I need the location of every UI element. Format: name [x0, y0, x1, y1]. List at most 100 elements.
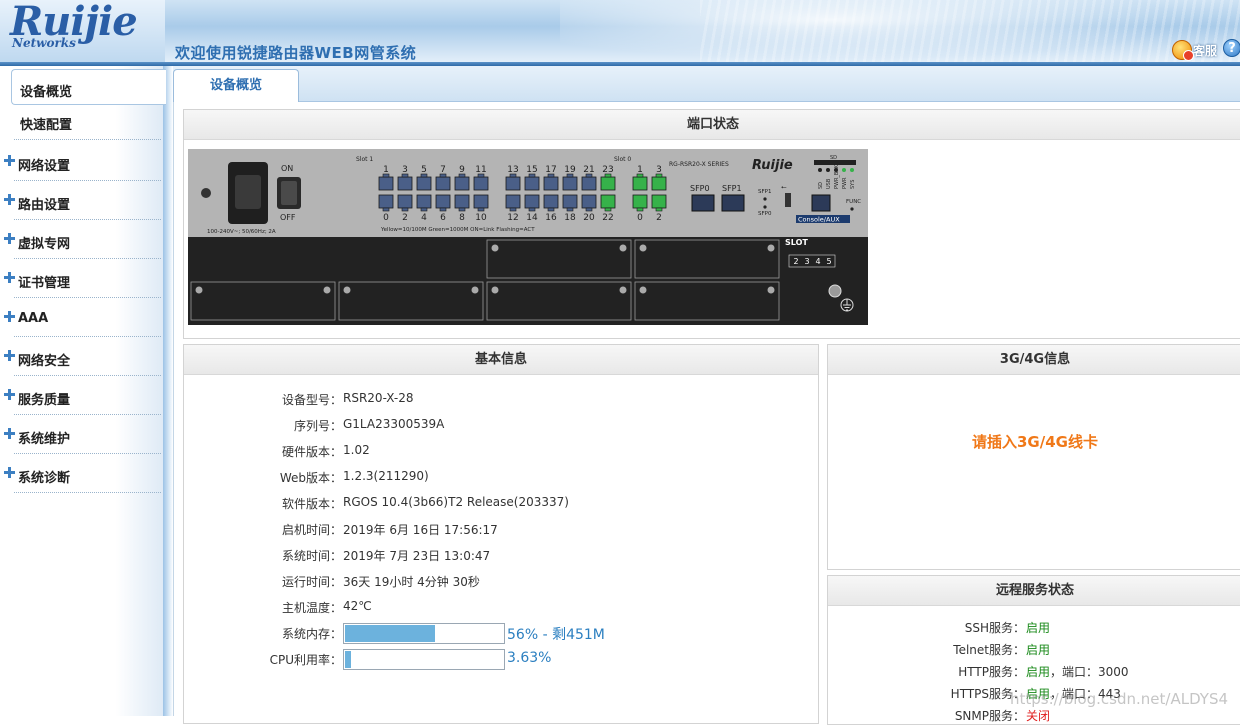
port-body [416, 176, 432, 191]
port-tab [566, 207, 574, 212]
port-tab [528, 207, 536, 212]
sidebar-item-diagnostics[interactable]: 系统诊断 [0, 455, 163, 493]
service-status: 启用 [1026, 665, 1051, 679]
port-number-13: 13 [507, 165, 518, 175]
info-row-memory: 系统内存： 56% - 剩451M [184, 623, 820, 644]
sidebar-divider [14, 492, 161, 493]
port-number-10: 10 [475, 213, 487, 223]
sidebar-item-aaa[interactable]: AAA [0, 299, 163, 337]
sidebar-item-certificates[interactable]: 证书管理 [0, 260, 163, 298]
port-number-16: 16 [545, 213, 557, 223]
port-tab [547, 207, 555, 212]
service-value: 启用 [1026, 641, 1050, 658]
slot0-port-number-3: 3 [656, 165, 662, 175]
info-row-cpu: CPU利用率： 3.63% [184, 649, 820, 670]
sidebar-item-label: 服务质量 [18, 393, 71, 408]
sidebar-item-routing[interactable]: 路由设置 [0, 182, 163, 220]
port-body [378, 194, 394, 209]
sfp1-label: SFP1 [722, 184, 742, 193]
port-body [473, 176, 489, 191]
led-top-label: SD [830, 155, 837, 161]
memory-usage-fill [345, 625, 435, 642]
console-label: Console/AUX [798, 216, 840, 224]
slot-screw-icon [619, 286, 627, 294]
port-tab [636, 207, 644, 212]
port-body [524, 176, 540, 191]
port-body [562, 194, 578, 209]
port-number-19: 19 [564, 165, 576, 175]
sidebar-item-label: 快速配置 [20, 118, 73, 133]
help-icon[interactable]: ? [1223, 39, 1240, 57]
port-body [581, 194, 597, 209]
port-legend: Yellow=10/100M Green=1000M ON=Link Flash… [380, 227, 535, 233]
sidebar-item-label: 证书管理 [18, 276, 71, 291]
slot-number-4: 4 [815, 257, 820, 266]
port-body [397, 194, 413, 209]
port-tab [382, 207, 390, 212]
customer-service-icon [1172, 40, 1194, 61]
header-banner: Ruijie Networks 欢迎使用锐捷路由器WEB网管系统 客服 ? [0, 0, 1240, 66]
remote-row-telnet: Telnet服务： 启用 [828, 641, 1240, 657]
port-number-4: 4 [421, 213, 427, 223]
power-socket-inner [235, 175, 261, 209]
port-number-22: 22 [602, 213, 613, 223]
port-body [435, 194, 451, 209]
info-key: 序列号： [293, 419, 342, 433]
service-key: Telnet服务： [953, 643, 1025, 657]
sidebar-item-quick-config[interactable]: 快速配置 [0, 102, 163, 140]
info-key: 运行时间： [281, 575, 342, 589]
info-value: G1LA23300539A [343, 417, 445, 431]
memory-usage-text: 56% - 剩451M [507, 627, 605, 643]
service-value: 启用，端口：3000 [1026, 663, 1129, 680]
port-tab [585, 207, 593, 212]
info-value: 1.02 [343, 443, 370, 457]
sidebar-item-security[interactable]: 网络安全 [0, 338, 163, 376]
expand-plus-icon [4, 467, 15, 478]
service-status: 启用 [1026, 643, 1051, 657]
led-label-usb: USB [826, 178, 832, 189]
sidebar-item-network-settings[interactable]: 网络设置 [0, 143, 163, 181]
sidebar-item-qos[interactable]: 服务质量 [0, 377, 163, 415]
service-status: 关闭 [1026, 709, 1051, 723]
info-value: 36天 19小时 4分钟 30秒 [343, 575, 480, 589]
console-port [811, 194, 831, 212]
cpu-usage-text: 3.63% [507, 650, 552, 666]
port-number-15: 15 [526, 165, 537, 175]
sidebar-divider [14, 258, 161, 259]
port-tab [604, 207, 612, 212]
sidebar-item-device-overview[interactable]: 设备概览 [11, 69, 166, 105]
sfp1-small-label: SFP1 [758, 189, 771, 195]
port-body [454, 176, 470, 191]
slot0-label: Slot 0 [614, 156, 631, 163]
info-row-uptime: 运行时间： 36天 19小时 4分钟 30秒 [184, 573, 820, 591]
header-sheen [700, 0, 1240, 66]
port-status-title: 端口状态 [184, 110, 1240, 140]
sidebar-item-maintenance[interactable]: 系统维护 [0, 416, 163, 454]
port-status-panel: 端口状态 ON OFF 100-240V~; 50/60Hz; 2A Slot … [183, 109, 1240, 339]
sidebar-item-vpn[interactable]: 虚拟专网 [0, 221, 163, 259]
welcome-title: 欢迎使用锐捷路由器WEB网管系统 [175, 44, 417, 62]
port-tab [458, 207, 466, 212]
port-number-21: 21 [583, 165, 594, 175]
info-key: Web版本： [279, 471, 342, 485]
sidebar-divider [14, 375, 161, 376]
panel-brand-logo: Ruijie [752, 158, 793, 173]
port-tab [420, 207, 428, 212]
info-row-boot-time: 启机时间： 2019年 6月 16日 17:56:17 [184, 521, 820, 539]
info-value: 2019年 6月 16日 17:56:17 [343, 523, 498, 537]
customer-service-link[interactable]: 客服 [1172, 40, 1217, 61]
info-value: 2019年 7月 23日 13:0:47 [343, 549, 491, 563]
slot-number-5: 5 [826, 257, 831, 266]
service-status: 启用 [1026, 621, 1051, 635]
port-body [543, 176, 559, 191]
tab-device-overview[interactable]: 设备概览 [173, 69, 299, 103]
slot-number-2: 2 [793, 257, 798, 266]
slot0-port-number-2: 2 [656, 213, 662, 223]
remote-services-title: 远程服务状态 [828, 576, 1240, 606]
watermark: https://blog.csdn.net/ALDYS4 [1010, 690, 1229, 708]
info-value: RGOS 10.4(3b66)T2 Release(203337) [343, 495, 569, 509]
port-number-2: 2 [402, 213, 408, 223]
sfp0-label: SFP0 [690, 184, 710, 193]
port-body [600, 176, 616, 191]
sfp0-small-label: SFP0 [758, 211, 772, 217]
